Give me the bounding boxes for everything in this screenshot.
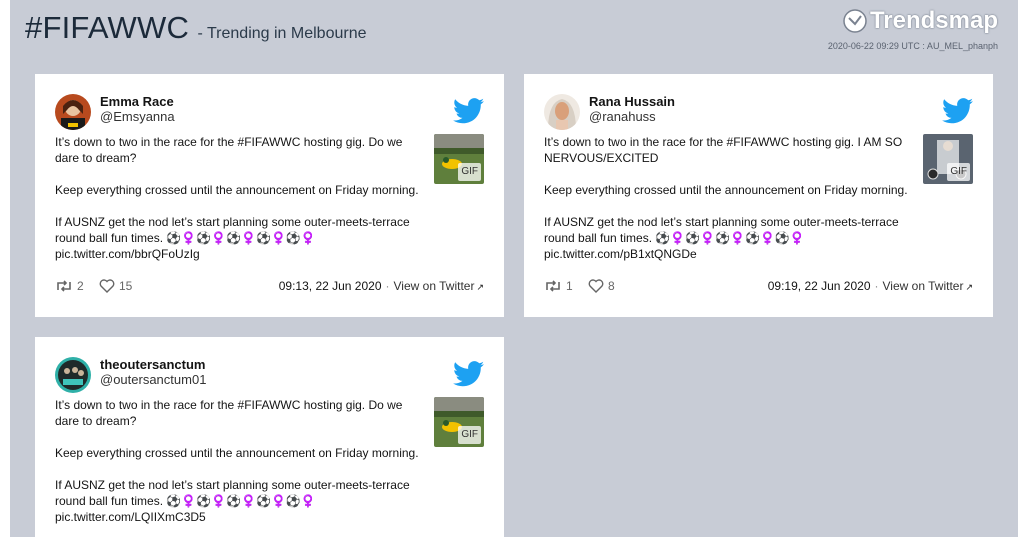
tweet-paragraph: Keep everything crossed until the announ… (55, 183, 419, 197)
tweet-paragraph: It’s down to two in the race for the #FI… (544, 135, 903, 165)
tweet-media-link[interactable]: pic.twitter.com/bbrQFoUzIg (55, 246, 484, 262)
tweet-paragraph: Keep everything crossed until the announ… (55, 446, 419, 460)
tweet-paragraph: It’s down to two in the race for the #FI… (55, 135, 403, 165)
twitter-bird-icon[interactable] (453, 361, 484, 387)
author-name[interactable]: theoutersanctum (100, 357, 205, 372)
avatar[interactable] (55, 94, 91, 130)
tweet-footer: 2 15 09:13, 22 Jun 2020 · View on Twitter ↗ (55, 271, 484, 299)
like-count-value: 8 (608, 279, 615, 293)
tweet-paragraph: If AUSNZ get the nod let’s start plannin… (55, 215, 410, 245)
trendsmap-logo-icon (843, 9, 867, 33)
trendsmap-logo-text: Trendsmap (869, 7, 998, 34)
tweet-paragraph: Keep everything crossed until the announ… (544, 183, 908, 197)
like-count[interactable]: 8 (588, 279, 615, 293)
tweet-card: theoutersanctum @outersanctum01 GIF It’s… (35, 337, 504, 537)
external-link-icon: ↗ (965, 282, 973, 292)
tweet-paragraph: If AUSNZ get the nod let’s start plannin… (544, 215, 899, 245)
tweet-media-link[interactable]: pic.twitter.com/LQIIXmC3D5 (55, 509, 484, 525)
tweet-text: GIF It’s down to two in the race for the… (544, 134, 973, 262)
twitter-bird-icon[interactable] (942, 98, 973, 124)
tweet-text: GIF It’s down to two in the race for the… (55, 397, 484, 525)
tweet-time[interactable]: 09:19, 22 Jun 2020 (768, 279, 871, 293)
tweet-meta: 09:13, 22 Jun 2020 · View on Twitter ↗ (278, 279, 484, 293)
retweet-icon (546, 280, 560, 292)
gif-badge: GIF (458, 163, 481, 181)
trending-location: - Trending in Melbourne (197, 25, 367, 42)
twitter-bird-icon[interactable] (453, 98, 484, 124)
tweet-time[interactable]: 09:13, 22 Jun 2020 (279, 279, 382, 293)
retweet-icon (57, 280, 71, 292)
tweet-media-thumbnail[interactable]: GIF (434, 134, 484, 184)
retweet-count[interactable]: 2 (55, 279, 84, 293)
tweet-card: Rana Hussain @ranahuss GIF It’s down to … (524, 74, 993, 317)
trend-timestamp: 2020-06-22 09:29 UTC : AU_MEL_phanph (827, 41, 998, 51)
like-count-value: 15 (119, 279, 133, 293)
view-on-twitter-link[interactable]: View on Twitter (883, 279, 964, 293)
avatar[interactable] (544, 94, 580, 130)
gif-badge: GIF (458, 426, 481, 444)
trendsmap-logo[interactable]: Trendsmap (842, 7, 998, 35)
author-name[interactable]: Rana Hussain (589, 94, 675, 109)
heart-icon (588, 279, 604, 293)
trending-hashtag[interactable]: #FIFAWWC (25, 10, 189, 45)
tweet-meta: 09:19, 22 Jun 2020 · View on Twitter ↗ (767, 279, 973, 293)
tweet-media-link[interactable]: pic.twitter.com/pB1xtQNGDe (544, 246, 973, 262)
author-name[interactable]: Emma Race (100, 94, 174, 109)
like-count[interactable]: 15 (99, 279, 132, 293)
page-background: #FIFAWWC - Trending in Melbourne Trendsm… (10, 0, 1018, 537)
tweet-text: GIF It’s down to two in the race for the… (55, 134, 484, 262)
tweet-media-thumbnail[interactable]: GIF (923, 134, 973, 184)
external-link-icon: ↗ (476, 282, 484, 292)
author-handle[interactable]: @ranahuss (589, 109, 656, 124)
view-on-twitter-link[interactable]: View on Twitter (394, 279, 475, 293)
tweet-paragraph: If AUSNZ get the nod let’s start plannin… (55, 478, 410, 508)
author-handle[interactable]: @Emsyanna (100, 109, 175, 124)
retweet-count[interactable]: 1 (544, 279, 573, 293)
author-handle[interactable]: @outersanctum01 (100, 372, 206, 387)
page-title: #FIFAWWC - Trending in Melbourne (25, 10, 367, 46)
gif-badge: GIF (947, 163, 970, 181)
tweet-paragraph: It’s down to two in the race for the #FI… (55, 398, 403, 428)
tweet-media-thumbnail[interactable]: GIF (434, 397, 484, 447)
retweet-count-value: 1 (566, 279, 573, 293)
retweet-count-value: 2 (77, 279, 84, 293)
avatar[interactable] (55, 357, 91, 393)
heart-icon (99, 279, 115, 293)
tweet-card: Emma Race @Emsyanna GIF It’s down to two… (35, 74, 504, 317)
tweet-footer: 1 8 09:19, 22 Jun 2020 · View on Twitter ↗ (544, 271, 973, 299)
